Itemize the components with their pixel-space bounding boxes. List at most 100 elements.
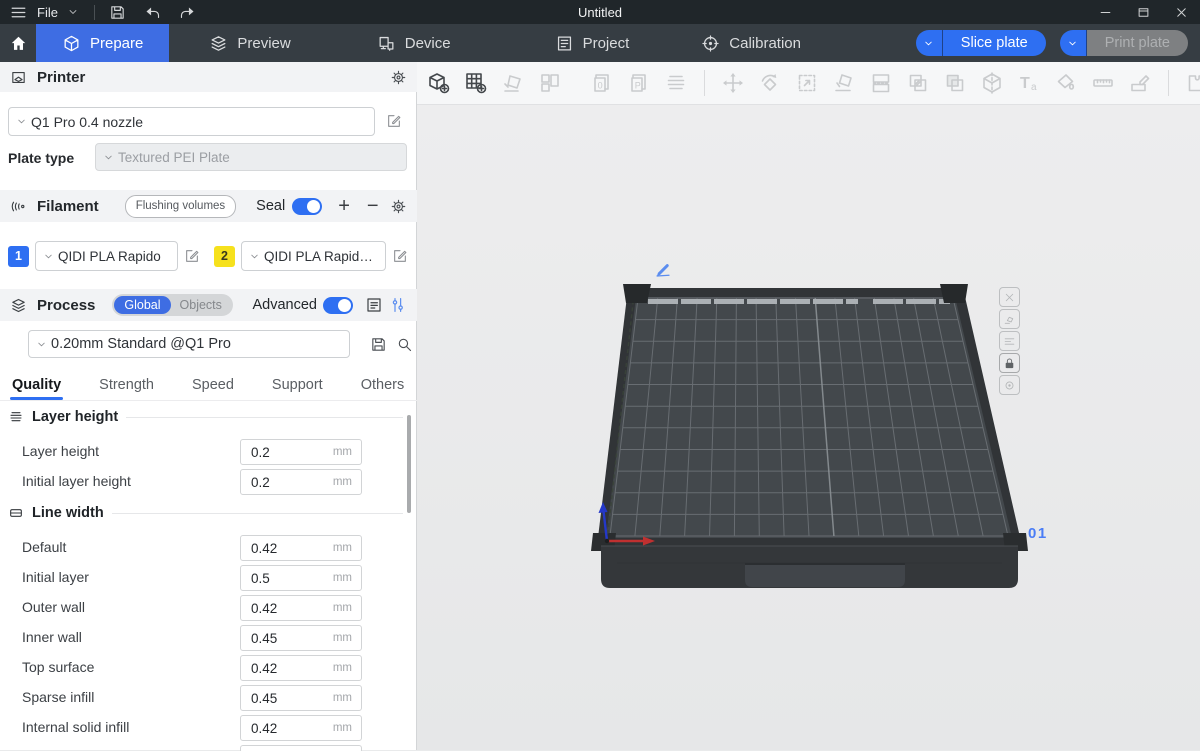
outer-wall-line-width-input[interactable]: mm — [240, 595, 362, 621]
setting-row: Sparse infill mm — [0, 685, 417, 712]
process-preset-select[interactable]: 0.20mm Standard @Q1 Pro — [28, 330, 350, 358]
z-axis — [604, 511, 608, 541]
tab-quality[interactable]: Quality — [12, 377, 61, 393]
flushing-volumes-button[interactable]: Flushing volumes — [125, 195, 236, 218]
process-section-header: Process Global Objects Advanced — [0, 289, 417, 321]
plate-name-edit-icon[interactable] — [654, 261, 672, 279]
process-layers-icon — [10, 297, 27, 314]
parameter-list-icon[interactable] — [365, 296, 383, 314]
default-line-width-input[interactable]: mm — [240, 535, 362, 561]
filament-2-select[interactable]: QIDI PLA Rapido M... — [241, 241, 386, 271]
tab-speed[interactable]: Speed — [192, 377, 234, 393]
tab-project[interactable]: Project — [529, 24, 656, 62]
initial-layer-line-width-input[interactable]: mm — [240, 565, 362, 591]
top-surface-line-width-input[interactable]: mm — [240, 655, 362, 681]
scope-global-button[interactable]: Global — [114, 296, 170, 314]
printer-preset-select[interactable]: Q1 Pro 0.4 nozzle — [8, 107, 375, 136]
filament-2-edit-icon[interactable] — [392, 248, 408, 264]
chevron-down-icon — [42, 250, 55, 263]
home-button[interactable] — [0, 24, 36, 62]
lock-plate-icon[interactable] — [999, 353, 1020, 373]
plate-type-select[interactable]: Textured PEI Plate — [95, 143, 407, 171]
move-icon — [721, 71, 745, 95]
remove-filament-button[interactable]: − — [367, 196, 379, 216]
undo-icon[interactable] — [144, 4, 161, 21]
internal-solid-infill-line-width-input[interactable]: mm — [240, 715, 362, 741]
delete-plate-icon[interactable] — [999, 287, 1020, 307]
build-plate-body — [601, 546, 1018, 588]
layer-height-group-header: Layer height — [8, 409, 403, 425]
text-tool-icon — [1017, 71, 1041, 95]
redo-icon[interactable] — [179, 4, 196, 21]
rotate-icon — [758, 71, 782, 95]
hamburger-menu-icon[interactable] — [10, 4, 27, 21]
scope-objects-button[interactable]: Objects — [171, 298, 231, 312]
plate-settings-icon[interactable] — [999, 375, 1020, 395]
filament-section-header: Filament Flushing volumes Seal + − — [0, 190, 417, 222]
slice-options-chevron-icon[interactable] — [916, 30, 943, 56]
parameter-tune-icon[interactable] — [389, 296, 407, 314]
viewport-3d[interactable]: 01 — [417, 105, 1200, 750]
sparse-infill-line-width-input[interactable]: mm — [240, 685, 362, 711]
filament-settings-gear-icon[interactable] — [390, 198, 407, 215]
toolbar-divider — [704, 70, 705, 96]
add-object-icon[interactable] — [427, 71, 451, 95]
file-menu-chevron-icon[interactable] — [66, 5, 80, 19]
tab-prepare[interactable]: Prepare — [36, 24, 169, 62]
line-width-group-header: Line width — [8, 505, 403, 521]
setting-row: Inner wall mm — [0, 625, 417, 652]
file-menu[interactable]: File — [37, 5, 58, 20]
seal-toggle[interactable] — [292, 198, 322, 215]
filament-1-edit-icon[interactable] — [184, 248, 200, 264]
printer-edit-icon[interactable] — [386, 113, 402, 129]
layer-height-input[interactable]: mm — [240, 439, 362, 465]
build-plate[interactable] — [417, 105, 1200, 750]
tab-support[interactable]: Support — [272, 377, 323, 393]
arrange-plate-icon[interactable] — [999, 331, 1020, 351]
search-settings-icon[interactable] — [396, 336, 413, 353]
filament-2-badge[interactable]: 2 — [214, 246, 235, 267]
tab-others[interactable]: Others — [361, 377, 405, 393]
settings-panel: Layer height Layer height mm Initial lay… — [0, 400, 417, 751]
print-options-chevron-icon[interactable] — [1060, 30, 1087, 56]
plate-type-label: Plate type — [8, 150, 74, 166]
process-section-title: Process — [37, 297, 95, 314]
sidebar: Printer Q1 Pro 0.4 nozzle Plate type Tex… — [0, 62, 417, 750]
filament-1-select[interactable]: QIDI PLA Rapido — [35, 241, 178, 271]
initial-layer-height-input[interactable]: mm — [240, 469, 362, 495]
variable-layers-icon — [664, 71, 688, 95]
filament-1-badge[interactable]: 1 — [8, 246, 29, 267]
titlebar: File Untitled — [0, 0, 1200, 24]
printer-settings-gear-icon[interactable] — [390, 69, 407, 86]
inner-wall-line-width-input[interactable]: mm — [240, 625, 362, 651]
line-width-icon — [8, 505, 24, 521]
setting-row: Initial layer height mm — [0, 469, 417, 496]
filament-coil-icon — [10, 198, 27, 215]
arrange-icon — [538, 71, 562, 95]
tab-preview[interactable]: Preview — [183, 24, 316, 62]
add-plate-icon[interactable] — [464, 71, 488, 95]
filament-slot-2: 2 QIDI PLA Rapido M... — [214, 241, 408, 271]
close-button[interactable] — [1162, 0, 1200, 24]
minimize-button[interactable] — [1086, 0, 1124, 24]
boolean-union-icon — [906, 71, 930, 95]
save-icon[interactable] — [109, 4, 126, 21]
tab-calibration[interactable]: Calibration — [675, 24, 827, 62]
save-preset-icon[interactable] — [370, 336, 387, 353]
filament-section-title: Filament — [37, 198, 99, 215]
print-plate-button[interactable]: Print plate — [1060, 30, 1188, 56]
seam-paint-icon — [1128, 71, 1152, 95]
maximize-button[interactable] — [1124, 0, 1162, 24]
doc-0-icon — [590, 71, 614, 95]
y-axis — [607, 303, 633, 541]
tab-strength[interactable]: Strength — [99, 377, 154, 393]
paint-icon — [1054, 71, 1078, 95]
sidebar-scrollbar[interactable] — [407, 415, 411, 513]
titlebar-divider — [94, 5, 95, 20]
add-filament-button[interactable]: + — [338, 196, 350, 216]
tab-device[interactable]: Device — [351, 24, 477, 62]
advanced-toggle[interactable] — [323, 297, 353, 314]
slice-plate-button[interactable]: Slice plate — [916, 30, 1046, 56]
seal-label: Seal — [256, 198, 285, 214]
orient-plate-icon[interactable] — [999, 309, 1020, 329]
